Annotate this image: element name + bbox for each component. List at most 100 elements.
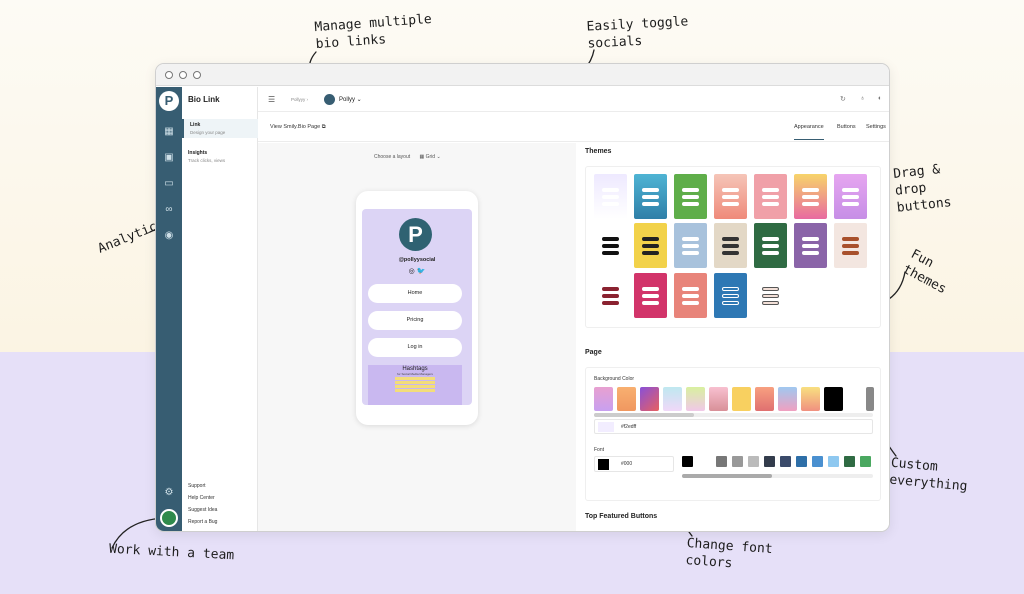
theme-tile[interactable]	[714, 223, 747, 268]
tab-settings[interactable]: Settings	[866, 124, 886, 130]
suggest-idea-link[interactable]: Suggest Idea	[188, 507, 217, 513]
bg-hex-preview	[598, 422, 614, 432]
bulb-icon[interactable]: ♁	[860, 95, 865, 102]
bg-swatch[interactable]	[640, 387, 659, 411]
preview-social-icons[interactable]: ◎ 🐦	[362, 267, 472, 275]
theme-tile[interactable]	[754, 273, 787, 318]
app-logo[interactable]: P	[159, 91, 179, 111]
font-color-preview	[598, 459, 609, 470]
bg-hex-value[interactable]: #f2edff	[621, 424, 636, 430]
font-swatch[interactable]	[796, 456, 807, 467]
bg-swatch[interactable]	[617, 387, 636, 411]
app-name: Bio Link	[188, 95, 220, 104]
theme-tile[interactable]	[634, 174, 667, 219]
refresh-icon[interactable]: ↻	[840, 95, 846, 103]
bg-swatch[interactable]	[732, 387, 751, 411]
support-link[interactable]: Support	[188, 483, 206, 489]
calendar-icon[interactable]: ▦	[163, 126, 175, 138]
menu-icon[interactable]: ☰	[268, 95, 275, 104]
page-heading: Page	[585, 349, 602, 356]
font-swatch[interactable]	[844, 456, 855, 467]
theme-tile[interactable]	[714, 273, 747, 318]
help-center-link[interactable]: Help Center	[188, 495, 215, 501]
sub-bar: View Smily.Bio Page ⧉ Appearance Buttons…	[258, 112, 889, 142]
team-avatar[interactable]	[160, 509, 178, 527]
sidebar-item-sub: Design your page	[190, 130, 226, 135]
sidebar-item-insights[interactable]: Insights Track clicks, views	[182, 147, 258, 166]
preview-button-pricing[interactable]: Pricing	[368, 311, 462, 330]
font-swatch[interactable]	[682, 456, 693, 467]
user-icon[interactable]: ◐	[878, 95, 882, 102]
image-icon[interactable]: ▣	[163, 152, 175, 164]
report-bug-link[interactable]: Report a Bug	[188, 519, 217, 525]
window-minimize-dot[interactable]	[179, 70, 187, 79]
bg-swatch-partial[interactable]	[866, 387, 874, 411]
bg-swatch[interactable]	[594, 387, 613, 411]
annotation-drag: Drag & drop buttons	[892, 162, 953, 216]
theme-tile[interactable]	[674, 223, 707, 268]
font-swatch[interactable]	[716, 456, 727, 467]
theme-tile[interactable]	[834, 174, 867, 219]
theme-tile[interactable]	[714, 174, 747, 219]
window-zoom-dot[interactable]	[193, 70, 201, 79]
font-swatch[interactable]	[860, 456, 871, 467]
featured-buttons-heading: Top Featured Buttons	[585, 513, 658, 520]
theme-tile[interactable]	[634, 273, 667, 318]
compass-icon[interactable]: ◉	[163, 230, 175, 242]
theme-tile[interactable]	[634, 223, 667, 268]
font-swatch[interactable]	[764, 456, 775, 467]
theme-tile[interactable]	[674, 174, 707, 219]
preview-logo: P	[399, 218, 432, 251]
tab-buttons[interactable]: Buttons	[837, 124, 856, 130]
profile-avatar[interactable]	[324, 94, 335, 105]
swatch-scrollbar[interactable]	[594, 413, 694, 417]
font-scrollbar[interactable]	[682, 474, 772, 478]
theme-tile[interactable]	[754, 223, 787, 268]
window-close-dot[interactable]	[165, 70, 173, 79]
settings-icon[interactable]: ⚙	[163, 487, 175, 499]
theme-tile[interactable]	[794, 174, 827, 219]
hashtag-chip	[395, 381, 435, 384]
theme-tile[interactable]	[594, 223, 627, 268]
preview-handle: @pollyysocial	[398, 257, 436, 263]
background-color-label: Background Color	[594, 376, 635, 382]
sidebar-item-link[interactable]: Link Design your page	[182, 119, 258, 138]
hashtag-chip	[395, 377, 435, 380]
app-window: P ▦ ▣ ▭ ∞ ◉ ⚙ Bio Link Link Design your …	[155, 63, 890, 532]
bg-swatch[interactable]	[686, 387, 705, 411]
font-hex-value[interactable]: #000	[621, 461, 632, 467]
bg-swatch[interactable]	[663, 387, 682, 411]
theme-tile[interactable]	[674, 273, 707, 318]
chat-icon[interactable]: ▭	[163, 178, 175, 190]
profile-switcher[interactable]: Pollyy ⌄	[339, 96, 362, 103]
preview-pane: Choose a layout ▦ Grid ⌄ P @pollyysocial…	[258, 143, 576, 531]
tab-appearance[interactable]: Appearance	[794, 124, 824, 140]
theme-tile[interactable]	[754, 174, 787, 219]
font-swatch[interactable]	[812, 456, 823, 467]
theme-tile[interactable]	[794, 223, 827, 268]
font-swatch[interactable]	[732, 456, 743, 467]
link-icon[interactable]: ∞	[163, 204, 175, 216]
font-swatch[interactable]	[828, 456, 839, 467]
theme-tile[interactable]	[834, 223, 867, 268]
font-swatch[interactable]	[748, 456, 759, 467]
preview-button-login[interactable]: Log in	[368, 338, 462, 357]
window-titlebar	[156, 64, 889, 86]
layout-select[interactable]: ▦ Grid ⌄	[420, 154, 441, 160]
bg-swatch[interactable]	[778, 387, 797, 411]
hashtags-sub: for Social Media Managers	[397, 372, 433, 376]
breadcrumb[interactable]: Pollyyy ›	[291, 97, 308, 102]
bg-swatch[interactable]	[801, 387, 820, 411]
bg-swatch[interactable]	[709, 387, 728, 411]
view-page-link[interactable]: View Smily.Bio Page ⧉	[270, 124, 326, 131]
font-hex-field[interactable]: #000	[594, 456, 674, 472]
bg-swatch[interactable]	[824, 387, 843, 411]
preview-button-home[interactable]: Home	[368, 284, 462, 303]
bg-hex-field[interactable]: #f2edff	[594, 419, 873, 434]
font-swatch[interactable]	[780, 456, 791, 467]
theme-tile[interactable]	[594, 174, 627, 219]
theme-tile[interactable]	[594, 273, 627, 318]
bg-swatch[interactable]	[755, 387, 774, 411]
layout-chooser[interactable]: Choose a layout ▦ Grid ⌄	[374, 154, 441, 160]
phone-screen: P @pollyysocial ◎ 🐦 Home Pricing Log in …	[362, 209, 472, 405]
